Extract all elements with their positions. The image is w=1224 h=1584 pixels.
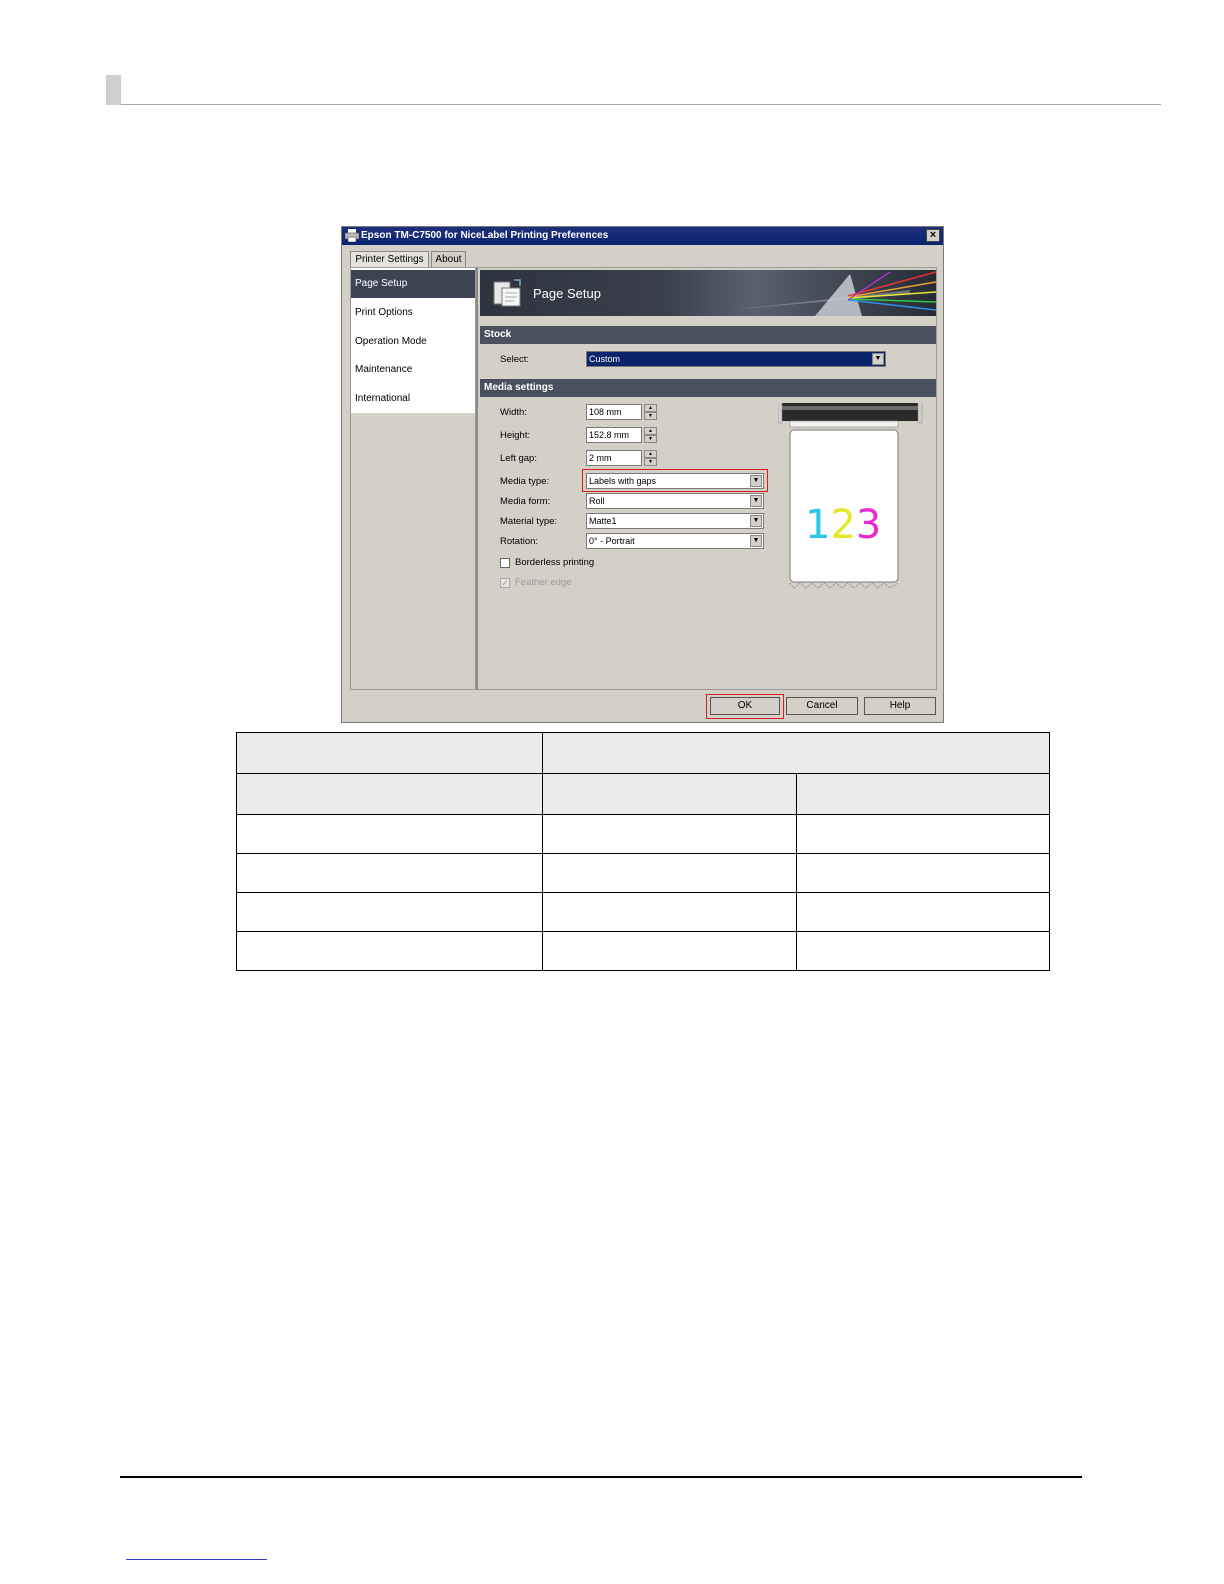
table-cell — [796, 892, 1050, 932]
select-label: Select: — [500, 354, 530, 365]
preview-digit-1: 1 — [805, 502, 831, 548]
feather-edge-checkbox[interactable]: ✓ — [500, 578, 510, 588]
feather-edge-label: Feather edge — [515, 577, 572, 588]
sidebar-item-page-setup[interactable]: Page Setup — [351, 270, 475, 298]
tab-about[interactable]: About — [431, 251, 466, 267]
preview-digits: 123 — [805, 503, 881, 547]
table-row — [236, 814, 1050, 854]
preview-digit-2: 2 — [830, 502, 856, 548]
section-header-block — [106, 75, 121, 105]
table-cell — [796, 853, 1050, 893]
table-header-cell — [236, 773, 543, 815]
spin-up-icon[interactable]: ▲ — [644, 404, 657, 412]
width-stepper[interactable]: ▲ ▼ — [644, 404, 657, 420]
media-type-highlight — [582, 469, 768, 492]
sidebar-item-operation-mode[interactable]: Operation Mode — [351, 328, 475, 356]
table-header-cell — [796, 773, 1050, 815]
table-cell — [236, 892, 543, 932]
rotation-value: 0° - Portrait — [589, 536, 635, 546]
printing-preferences-dialog: Epson TM-C7500 for NiceLabel Printing Pr… — [341, 226, 944, 723]
spin-down-icon[interactable]: ▼ — [644, 458, 657, 466]
table-cell — [236, 814, 543, 854]
spin-up-icon[interactable]: ▲ — [644, 450, 657, 458]
table-cell — [542, 892, 797, 932]
settings-table — [236, 732, 1050, 971]
chevron-down-icon[interactable]: ▼ — [750, 535, 762, 547]
sidebar-list: Page Setup Print Options Operation Mode … — [351, 268, 475, 413]
cancel-button[interactable]: Cancel — [786, 697, 858, 715]
title-bar[interactable]: Epson TM-C7500 for NiceLabel Printing Pr… — [342, 227, 943, 245]
chevron-down-icon[interactable]: ▼ — [872, 353, 884, 365]
close-icon[interactable]: × — [926, 229, 940, 242]
chevron-down-icon[interactable]: ▼ — [750, 495, 762, 507]
width-label: Width: — [500, 407, 527, 418]
rotation-label: Rotation: — [500, 536, 539, 547]
chevron-down-icon[interactable]: ▼ — [750, 515, 762, 527]
rotation-dropdown[interactable]: 0° - Portrait ▼ — [586, 533, 764, 549]
borderless-label: Borderless printing — [515, 557, 595, 568]
table-cell — [236, 931, 543, 971]
material-type-label: Material type: — [500, 516, 558, 527]
table-cell — [236, 853, 543, 893]
dialog-title: Epson TM-C7500 for NiceLabel Printing Pr… — [361, 230, 609, 241]
page-setup-icon — [493, 279, 521, 307]
media-form-value: Roll — [589, 496, 605, 506]
spin-down-icon[interactable]: ▼ — [644, 412, 657, 420]
media-form-dropdown[interactable]: Roll ▼ — [586, 493, 764, 509]
table-row — [236, 931, 1050, 971]
preview-digit-3: 3 — [855, 502, 882, 548]
material-type-dropdown[interactable]: Matte1 ▼ — [586, 513, 764, 529]
spin-down-icon[interactable]: ▼ — [644, 435, 657, 443]
table-cell — [542, 814, 797, 854]
printer-icon — [345, 229, 359, 242]
prism-graphic — [730, 271, 936, 316]
sidebar-item-print-options[interactable]: Print Options — [351, 299, 475, 327]
ok-button[interactable]: OK — [710, 697, 780, 715]
stock-select-dropdown[interactable]: Custom ▼ — [586, 351, 886, 367]
table-row — [236, 773, 1050, 815]
stock-section-header: Stock — [480, 326, 936, 344]
left-gap-label: Left gap: — [500, 453, 537, 464]
table-row — [236, 892, 1050, 932]
table-cell — [542, 931, 797, 971]
footer-link-underline[interactable] — [126, 1559, 267, 1560]
stock-select-value: Custom — [589, 354, 621, 364]
sidebar: Page Setup Print Options Operation Mode … — [350, 267, 476, 690]
height-input[interactable]: 152.8 mm — [586, 427, 642, 443]
table-cell — [796, 931, 1050, 971]
page-setup-banner: Page Setup — [480, 270, 936, 316]
borderless-checkbox[interactable] — [500, 558, 510, 568]
table-row — [236, 853, 1050, 893]
help-button[interactable]: Help — [864, 697, 936, 715]
footer-rule — [120, 1476, 1082, 1478]
banner-title: Page Setup — [533, 286, 601, 301]
section-header-rule — [121, 104, 1161, 105]
left-gap-stepper[interactable]: ▲ ▼ — [644, 450, 657, 466]
table-header-cell — [542, 732, 1050, 774]
left-gap-input[interactable]: 2 mm — [586, 450, 642, 466]
sidebar-item-international[interactable]: International — [351, 385, 475, 413]
width-input[interactable]: 108 mm — [586, 404, 642, 420]
sidebar-item-maintenance[interactable]: Maintenance — [351, 356, 475, 384]
height-label: Height: — [500, 430, 531, 441]
table-header-cell — [236, 732, 543, 774]
table-cell — [542, 853, 797, 893]
height-stepper[interactable]: ▲ ▼ — [644, 427, 657, 443]
table-row — [236, 732, 1050, 774]
media-form-label: Media form: — [500, 496, 551, 507]
settings-panel: Page Setup Stock Select: Custom ▼ Media … — [476, 267, 937, 690]
media-type-label: Media type: — [500, 476, 550, 487]
table-header-cell — [542, 773, 797, 815]
table-cell — [796, 814, 1050, 854]
spin-up-icon[interactable]: ▲ — [644, 427, 657, 435]
material-type-value: Matte1 — [589, 516, 617, 526]
media-section-header: Media settings — [480, 379, 936, 397]
tab-printer-settings[interactable]: Printer Settings — [350, 251, 429, 267]
